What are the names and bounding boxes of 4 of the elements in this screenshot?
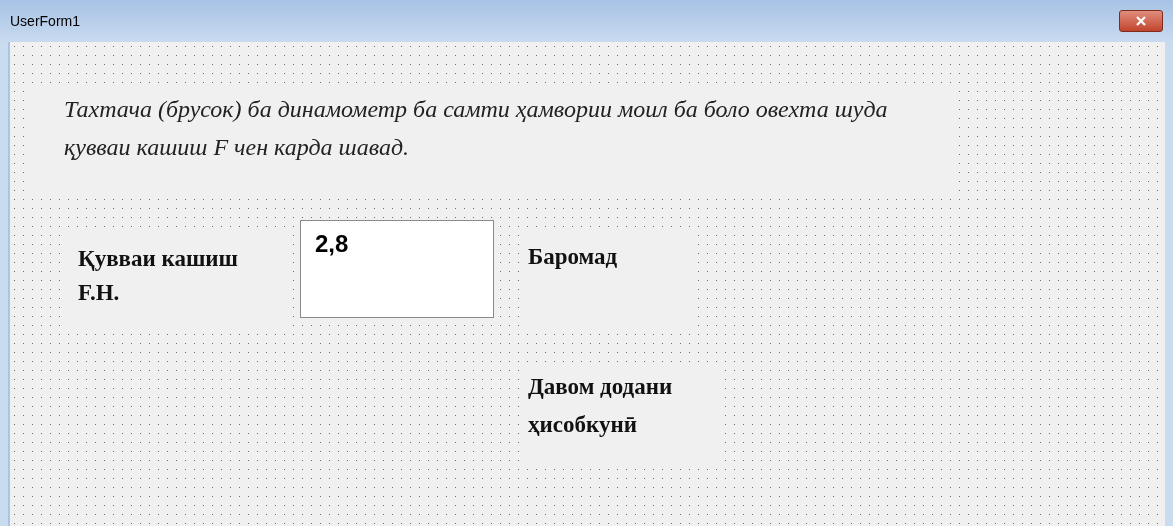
close-button[interactable] [1119, 10, 1163, 32]
window-title: UserForm1 [10, 11, 80, 31]
close-icon [1136, 16, 1146, 26]
force-input[interactable]: 2,8 [300, 220, 494, 318]
